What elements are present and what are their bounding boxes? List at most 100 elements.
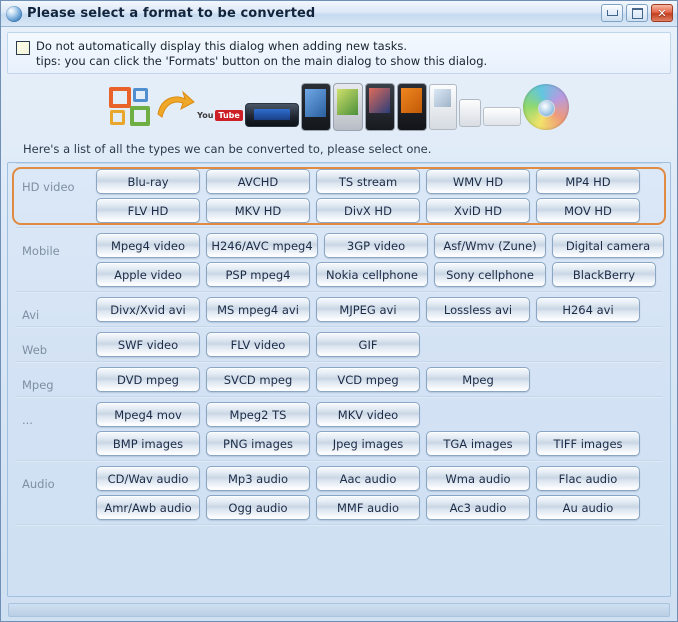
- format-button-ogg-audio[interactable]: Ogg audio: [206, 495, 310, 520]
- section-button-rows: SWF video FLV video GIF: [96, 332, 670, 357]
- section-label: Mpeg: [22, 378, 54, 392]
- format-button-mjpeg-avi[interactable]: MJPEG avi: [316, 297, 420, 322]
- cellphone-icon: [332, 83, 363, 131]
- suppress-dialog-checkbox[interactable]: [16, 41, 30, 55]
- format-button-digital-camera[interactable]: Digital camera: [552, 233, 664, 258]
- button-row: Divx/Xvid avi MS mpeg4 avi MJPEG avi Lossle…: [96, 297, 670, 322]
- format-button-mkv-hd[interactable]: MKV HD: [206, 198, 310, 223]
- format-button-divx-xvid-avi[interactable]: Divx/Xvid avi: [96, 297, 200, 322]
- format-button-au-audio[interactable]: Au audio: [536, 495, 640, 520]
- format-section-audio: Audio CD/Wav audio Mp3 audio Aac audio Wma a…: [8, 462, 670, 524]
- section-button-rows: Mpeg4 video H246/AVC mpeg4 3GP video Asf/Wm…: [96, 233, 670, 287]
- format-selection-dialog: Please select a format to be converted ✕…: [0, 0, 678, 622]
- minimize-icon: [606, 10, 618, 16]
- format-button-svcd-mpeg[interactable]: SVCD mpeg: [206, 367, 310, 392]
- button-row: CD/Wav audio Mp3 audio Aac audio Wma audio F…: [96, 466, 670, 491]
- format-button-avchd[interactable]: AVCHD: [206, 169, 310, 194]
- format-section-mpeg: Mpeg DVD mpeg SVCD mpeg VCD mpeg Mpeg: [8, 363, 670, 396]
- format-button-apple-video[interactable]: Apple video: [96, 262, 200, 287]
- format-button-nokia-cellphone[interactable]: Nokia cellphone: [316, 262, 428, 287]
- format-button-mpeg4-video[interactable]: Mpeg4 video: [96, 233, 200, 258]
- maximize-button[interactable]: [626, 4, 648, 22]
- format-button-h246-avc-mpeg4[interactable]: H246/AVC mpeg4: [206, 233, 318, 258]
- format-button-mpeg2-ts[interactable]: Mpeg2 TS: [206, 402, 310, 427]
- smartphone-icon: [300, 83, 331, 131]
- format-button-lossless-avi[interactable]: Lossless avi: [426, 297, 530, 322]
- section-body: ... Mpeg4 mov Mpeg2 TS MKV video BMP images P…: [8, 398, 670, 460]
- format-button-ac3-audio[interactable]: Ac3 audio: [426, 495, 530, 520]
- format-button-swf-video[interactable]: SWF video: [96, 332, 200, 357]
- format-button-wmv-hd[interactable]: WMV HD: [426, 169, 530, 194]
- button-row: Blu-ray AVCHD TS stream WMV HD MP4 HD: [96, 169, 670, 194]
- close-icon: ✕: [657, 6, 667, 20]
- title-bar: Please select a format to be converted ✕: [1, 1, 677, 27]
- format-button-flv-video[interactable]: FLV video: [206, 332, 310, 357]
- format-button-mp4-hd[interactable]: MP4 HD: [536, 169, 640, 194]
- maximize-icon: [631, 7, 643, 19]
- format-button-mp3-audio[interactable]: Mp3 audio: [206, 466, 310, 491]
- format-button-cd-wav-audio[interactable]: CD/Wav audio: [96, 466, 200, 491]
- section-body: Mobile Mpeg4 video H246/AVC mpeg4 3GP video…: [8, 229, 670, 291]
- section-label: Mobile: [22, 244, 60, 258]
- format-button-xvid-hd[interactable]: XviD HD: [426, 198, 530, 223]
- format-button-mpeg4-mov[interactable]: Mpeg4 mov: [96, 402, 200, 427]
- mp4-player-icon: [396, 83, 427, 131]
- format-button-amr-awb-audio[interactable]: Amr/Awb audio: [96, 495, 200, 520]
- format-button-gif[interactable]: GIF: [316, 332, 420, 357]
- minimize-button[interactable]: [601, 4, 623, 22]
- format-button-psp-mpeg4[interactable]: PSP mpeg4: [206, 262, 310, 287]
- format-button-asf-wmv-zune[interactable]: Asf/Wmv (Zune): [434, 233, 546, 258]
- section-body: Audio CD/Wav audio Mp3 audio Aac audio Wma a…: [8, 462, 670, 524]
- format-button-ts-stream[interactable]: TS stream: [316, 169, 420, 194]
- section-body: Avi Divx/Xvid avi MS mpeg4 avi MJPEG avi Los…: [8, 293, 670, 326]
- section-body: HD video Blu-ray AVCHD TS stream WMV HD MP4 H…: [8, 165, 670, 227]
- section-button-rows: Blu-ray AVCHD TS stream WMV HD MP4 HD FLV HD M…: [96, 169, 670, 223]
- button-row: BMP images PNG images Jpeg images TGA image…: [96, 431, 670, 456]
- close-button[interactable]: ✕: [651, 4, 673, 22]
- format-button-vcd-mpeg[interactable]: VCD mpeg: [316, 367, 420, 392]
- format-section-hd-video: HD video Blu-ray AVCHD TS stream WMV HD MP4 H…: [8, 165, 670, 227]
- section-button-rows: Divx/Xvid avi MS mpeg4 avi MJPEG avi Lossle…: [96, 297, 670, 322]
- format-button-blu-ray[interactable]: Blu-ray: [96, 169, 200, 194]
- format-button-bmp-images[interactable]: BMP images: [96, 431, 200, 456]
- format-button-3gp-video[interactable]: 3GP video: [324, 233, 428, 258]
- format-button-ms-mpeg4-avi[interactable]: MS mpeg4 avi: [206, 297, 310, 322]
- button-row: FLV HD MKV HD DivX HD XviD HD MOV HD: [96, 198, 670, 223]
- format-button-tga-images[interactable]: TGA images: [426, 431, 530, 456]
- format-button-tiff-images[interactable]: TIFF images: [536, 431, 640, 456]
- ipod-icon: [428, 84, 457, 130]
- format-section-mobile: Mobile Mpeg4 video H246/AVC mpeg4 3GP video…: [8, 229, 670, 291]
- format-list: HD video Blu-ray AVCHD TS stream WMV HD MP4 H…: [7, 162, 671, 597]
- youtube-logo-icon: You Tube: [197, 109, 243, 121]
- format-button-jpeg-images[interactable]: Jpeg images: [316, 431, 420, 456]
- format-button-divx-hd[interactable]: DivX HD: [316, 198, 420, 223]
- section-divider: [16, 524, 662, 526]
- format-button-wma-audio[interactable]: Wma audio: [426, 466, 530, 491]
- section-label: Audio: [22, 477, 55, 491]
- format-button-h264-avi[interactable]: H264 avi: [536, 297, 640, 322]
- options-strip: Do not automatically display this dialog…: [7, 32, 671, 74]
- options-text: Do not automatically display this dialog…: [36, 39, 487, 69]
- format-button-mmf-audio[interactable]: MMF audio: [316, 495, 420, 520]
- format-button-dvd-mpeg[interactable]: DVD mpeg: [96, 367, 200, 392]
- convert-arrow-icon: [155, 90, 196, 124]
- format-button-blackberry[interactable]: BlackBerry: [552, 262, 656, 287]
- office-logo-icon: [109, 87, 153, 127]
- format-button-mkv-video[interactable]: MKV video: [316, 402, 420, 427]
- disc-icon: [522, 84, 569, 130]
- format-button-sony-cellphone[interactable]: Sony cellphone: [434, 262, 546, 287]
- section-button-rows: CD/Wav audio Mp3 audio Aac audio Wma audio F…: [96, 466, 670, 520]
- format-button-mpeg[interactable]: Mpeg: [426, 367, 530, 392]
- media-player-icon: [364, 83, 395, 131]
- section-button-rows: DVD mpeg SVCD mpeg VCD mpeg Mpeg: [96, 367, 670, 392]
- status-bar: [8, 603, 670, 617]
- button-row: SWF video FLV video GIF: [96, 332, 670, 357]
- format-button-flv-hd[interactable]: FLV HD: [96, 198, 200, 223]
- ipod-shuffle-icon: [482, 106, 521, 126]
- button-row: Apple video PSP mpeg4 Nokia cellphone Sony …: [96, 262, 670, 287]
- format-button-png-images[interactable]: PNG images: [206, 431, 310, 456]
- format-button-aac-audio[interactable]: Aac audio: [316, 466, 420, 491]
- section-label: Avi: [22, 308, 40, 322]
- format-button-flac-audio[interactable]: Flac audio: [536, 466, 640, 491]
- format-button-mov-hd[interactable]: MOV HD: [536, 198, 640, 223]
